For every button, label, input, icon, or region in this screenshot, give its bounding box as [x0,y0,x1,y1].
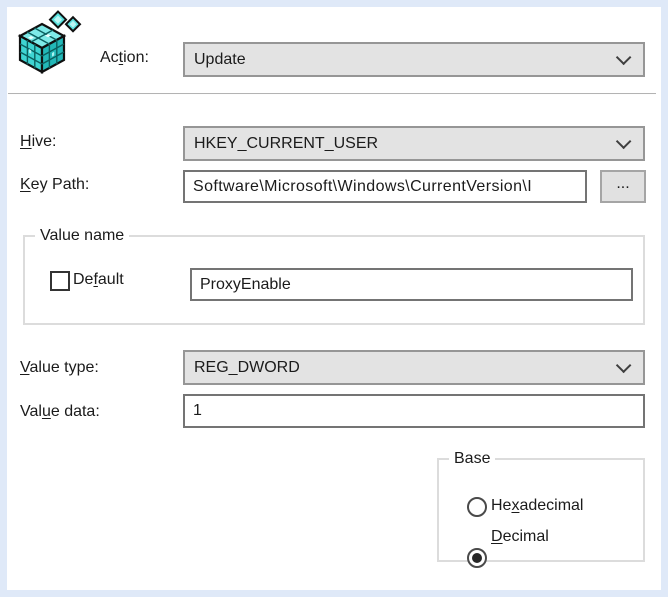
value-data-input[interactable] [183,394,645,428]
registry-properties-dialog: Action: Update Hive: HKEY_CURRENT_USER K… [0,0,668,597]
action-selected-value: Update [194,51,246,69]
hexadecimal-radio[interactable] [467,497,487,517]
default-checkbox[interactable] [50,271,70,291]
key-path-label: Key Path: [20,175,89,195]
chevron-down-icon [616,358,632,374]
value-name-input[interactable] [190,268,633,301]
hive-select[interactable]: HKEY_CURRENT_USER [183,126,645,161]
browse-button[interactable]: ... [600,170,646,203]
hexadecimal-radio-label[interactable]: Hexadecimal [491,496,583,516]
decimal-radio[interactable] [467,548,487,568]
default-checkbox-label[interactable]: Default [73,270,124,290]
chevron-down-icon [616,134,632,150]
separator [8,93,656,95]
hive-label: Hive: [20,132,56,152]
key-path-input[interactable] [183,170,587,203]
value-data-label: Value data: [20,402,100,422]
action-label: Action: [100,48,149,68]
value-type-select[interactable]: REG_DWORD [183,350,645,385]
decimal-radio-label[interactable]: Decimal [491,527,549,547]
value-name-group-label: Value name [35,226,129,246]
base-groupbox: Base Hexadecimal Decimal [437,458,645,562]
action-select[interactable]: Update [183,42,645,77]
registry-icon [14,10,86,76]
value-type-label: Value type: [20,358,99,378]
base-group-label: Base [449,449,495,469]
value-name-groupbox: Value name Default [23,235,645,325]
chevron-down-icon [616,50,632,66]
value-type-selected-value: REG_DWORD [194,359,300,377]
hive-selected-value: HKEY_CURRENT_USER [194,135,378,153]
